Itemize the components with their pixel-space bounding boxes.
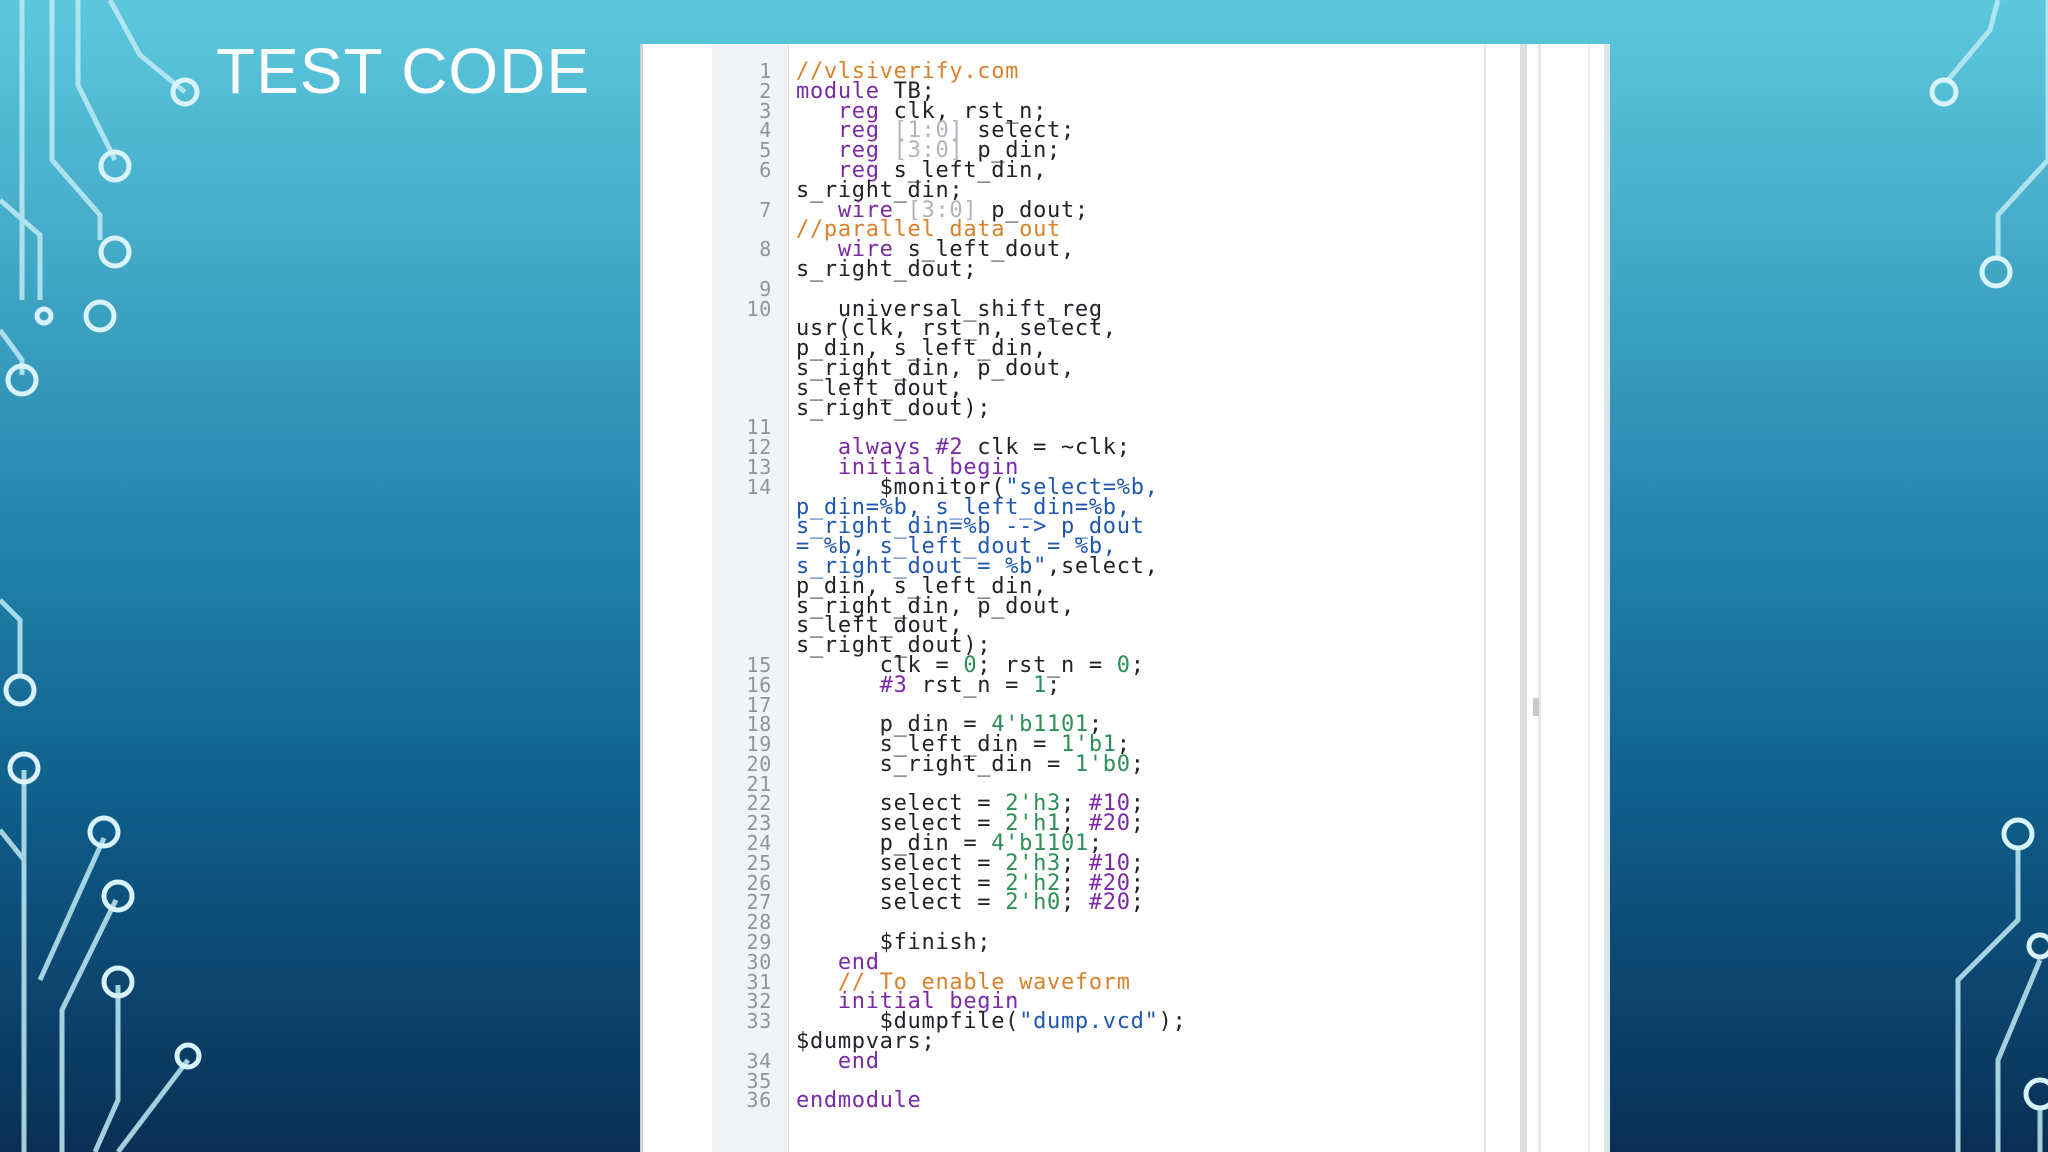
code-token: ; bbox=[1130, 652, 1145, 678]
code-token: 2'h0 bbox=[1005, 890, 1061, 916]
code-token: select = bbox=[796, 890, 1006, 916]
line-number: 36 bbox=[746, 1088, 772, 1113]
slide-title: TEST CODE bbox=[216, 35, 591, 107]
code-token: universal_shift_reg usr(clk, rst_n, sele… bbox=[796, 296, 1117, 421]
code-token: ; bbox=[1130, 751, 1145, 777]
circuit-decoration-left bbox=[0, 0, 202, 1152]
line-source: s_right_din = 1'b0; bbox=[772, 751, 1482, 777]
line-number: 7 bbox=[759, 197, 772, 222]
code-token: ; bbox=[1060, 890, 1089, 916]
line-source: select = 2'h0; #20; bbox=[772, 890, 1482, 916]
code-token: ; bbox=[1047, 672, 1061, 698]
code-token: ; bbox=[1130, 811, 1145, 837]
line-source: $dumpfile("dump.vcd"); $dumpvars; bbox=[772, 1009, 1482, 1053]
line-source: endmodule bbox=[772, 1088, 1482, 1114]
line-number: 6 bbox=[759, 157, 772, 182]
code-line: 8 wire s_left_dout, s_right_dout; bbox=[712, 237, 1482, 281]
line-source: universal_shift_reg usr(clk, rst_n, sele… bbox=[772, 296, 1482, 421]
code-token: "dump.vcd" bbox=[1019, 1009, 1159, 1035]
code-token: #20 bbox=[1088, 890, 1131, 916]
editor-splitter[interactable] bbox=[1538, 44, 1541, 1152]
line-source: #3 rst_n = 1; bbox=[772, 672, 1482, 698]
line-source: $monitor("select=%b, p_din=%b, s_left_di… bbox=[772, 476, 1482, 656]
line-source: wire [3:0] p_dout; //parallel data out bbox=[772, 199, 1482, 241]
line-source: end bbox=[772, 1048, 1482, 1074]
line-number: 14 bbox=[746, 474, 772, 499]
code-token: 0 bbox=[1116, 652, 1131, 678]
code-line: 6 reg s_left_din, s_right_din; bbox=[712, 157, 1482, 201]
code-listing[interactable]: 1//vlsiverify.com 2 module TB; 3 reg clk, r… bbox=[712, 61, 1482, 1114]
code-line: 7 wire [3:0] p_dout; //parallel data out bbox=[712, 197, 1482, 241]
editor-border bbox=[640, 44, 643, 1152]
code-line: 14 $monitor("select=%b, p_din=%b, s_left… bbox=[712, 474, 1482, 656]
line-source: wire s_left_dout, s_right_dout; bbox=[772, 239, 1482, 281]
line-number: 33 bbox=[746, 1009, 772, 1034]
code-line: 20 s_right_din = 1'b0; bbox=[712, 751, 1482, 777]
editor-margin-line bbox=[1484, 44, 1486, 1152]
code-line: 10 universal_shift_reg usr(clk, rst_n, s… bbox=[712, 296, 1482, 421]
code-editor-panel: 1//vlsiverify.com 2 module TB; 3 reg clk, r… bbox=[640, 44, 1610, 1152]
code-token: #3 bbox=[879, 672, 908, 698]
code-token: ; bbox=[1130, 890, 1145, 916]
scrollbar-thumb[interactable] bbox=[1533, 698, 1539, 716]
editor-edge bbox=[1588, 44, 1590, 1152]
line-source: reg s_left_din, s_right_din; bbox=[772, 159, 1482, 201]
code-line: 16 #3 rst_n = 1; bbox=[712, 672, 1482, 698]
code-token: end bbox=[837, 1048, 880, 1074]
code-line: 36 endmodule bbox=[712, 1088, 1482, 1114]
line-number: 8 bbox=[759, 237, 772, 262]
editor-scrollbar-track[interactable] bbox=[1520, 44, 1527, 1152]
circuit-decoration-right bbox=[1929, 0, 2048, 1152]
code-token: endmodule bbox=[796, 1088, 922, 1114]
code-line: 27 select = 2'h0; #20; bbox=[712, 890, 1482, 916]
code-token: 1'b0 bbox=[1074, 751, 1131, 777]
code-line: 34 end bbox=[712, 1048, 1482, 1074]
code-token: 1 bbox=[1033, 672, 1048, 698]
code-token: s_right_din = bbox=[796, 751, 1075, 777]
code-line: 33 $dumpfile("dump.vcd"); $dumpvars; bbox=[712, 1009, 1482, 1053]
line-number: 10 bbox=[746, 296, 772, 321]
code-token: rst_n = bbox=[907, 672, 1034, 698]
